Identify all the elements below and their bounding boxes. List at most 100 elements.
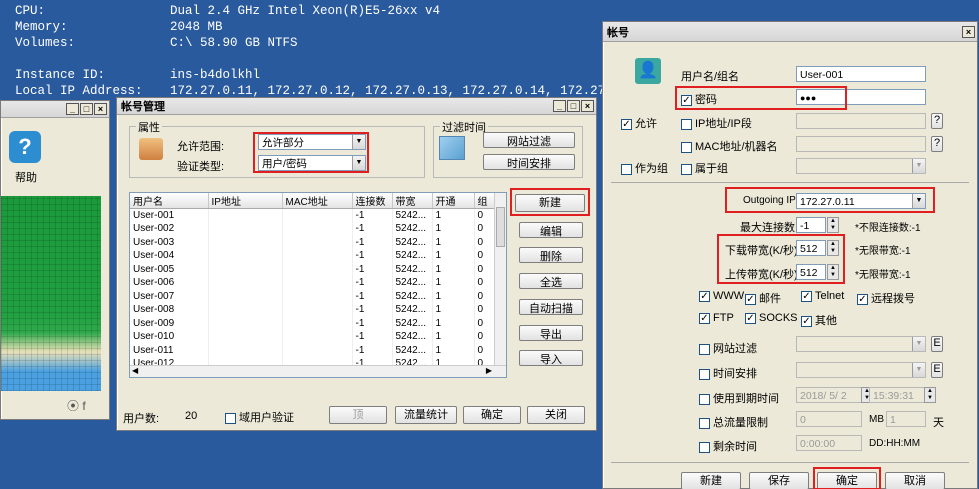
account-dialog-titlebar[interactable]: 帐号 × (603, 22, 977, 42)
maximize-button[interactable]: □ (567, 100, 580, 112)
table-row[interactable]: User-008 -1 5242... 1 0 (130, 303, 497, 317)
checkbox-icon[interactable]: ✓ (621, 118, 632, 130)
table-row[interactable]: User-003 -1 5242... 1 0 (130, 235, 497, 249)
mac-help-button[interactable]: ? (931, 136, 943, 152)
new-button[interactable]: 新建 (681, 472, 741, 489)
table-row[interactable]: User-005 -1 5242... 1 0 (130, 262, 497, 276)
protocol-telnet-checkbox[interactable]: ✓ Telnet (801, 290, 844, 302)
web-filter-edit-button[interactable]: E (931, 336, 943, 352)
quota-input[interactable]: 0 (796, 411, 862, 427)
checkbox-icon[interactable] (699, 417, 710, 429)
checkbox-icon[interactable]: ✓ (745, 293, 756, 305)
column-header[interactable]: 带宽 (392, 193, 433, 209)
web-filter-select[interactable]: ▼ (796, 336, 926, 352)
checkbox-icon[interactable]: ✓ (801, 315, 812, 327)
as-group-checkbox[interactable]: 作为组 (621, 160, 668, 176)
domain-auth-checkbox[interactable]: 域用户验证 (225, 409, 294, 425)
schedule-checkbox[interactable]: 时间安排 (699, 365, 757, 381)
column-header[interactable]: 连接数 (352, 193, 393, 209)
table-row[interactable]: User-002 -1 5242... 1 0 (130, 222, 497, 236)
web-filter-checkbox[interactable]: 网站过滤 (699, 340, 757, 356)
ok-button[interactable]: 确定 (463, 406, 521, 424)
checkbox-icon[interactable] (621, 163, 632, 175)
protocol-www-checkbox[interactable]: ✓ WWW (699, 290, 744, 302)
cancel-button[interactable]: 取消 (885, 472, 945, 489)
web-filter-button[interactable]: 网站过滤 (483, 132, 575, 148)
checkbox-icon[interactable] (699, 343, 710, 355)
checkbox-icon[interactable]: ✓ (699, 290, 710, 302)
export-button[interactable]: 导出 (519, 325, 583, 341)
remaining-time-checkbox[interactable]: 剩余时间 (699, 438, 757, 454)
expire-date-input[interactable]: 2018/ 5/ 2 (796, 387, 862, 403)
protocol-ftp-checkbox[interactable]: ✓ FTP (699, 312, 734, 324)
protocol-other-checkbox[interactable]: ✓ 其他 (801, 312, 837, 328)
traffic-stats-button[interactable]: 流量统计 (395, 406, 457, 424)
table-row[interactable]: User-004 -1 5242... 1 0 (130, 249, 497, 263)
ip-help-button[interactable]: ? (931, 113, 943, 129)
accounts-table[interactable]: 用户名 IP地址 MAC地址 连接数 带宽 开通组 User-001 -1 5242... 1 0… (129, 192, 507, 378)
belong-group-checkbox[interactable]: 属于组 (681, 160, 728, 176)
allow-checkbox[interactable]: ✓ 允许 (621, 115, 657, 131)
account-dialog[interactable]: 帐号 × 👤 用户名/组名 User-001 ✓ 密码 ●●● ✓ 允许 IP地址/… (602, 21, 978, 489)
max-connections-spinner[interactable]: ▲ ▼ (827, 217, 839, 233)
maximize-button[interactable]: □ (80, 103, 93, 115)
minimize-button[interactable]: _ (66, 103, 79, 115)
delete-button[interactable]: 删除 (519, 247, 583, 263)
vertical-scrollbar[interactable] (494, 193, 506, 365)
column-header[interactable]: 开通 (432, 193, 475, 209)
protocol-mail-checkbox[interactable]: ✓ 邮件 (745, 290, 781, 306)
expire-checkbox[interactable]: 使用到期时间 (699, 390, 779, 406)
quota-days-input[interactable]: 1 (886, 411, 926, 427)
max-connections-input[interactable]: -1 (796, 217, 826, 233)
table-row[interactable]: User-006 -1 5242... 1 0 (130, 276, 497, 290)
checkbox-icon[interactable]: ✓ (857, 293, 868, 305)
select-all-button[interactable]: 全选 (519, 273, 583, 289)
close-button[interactable]: × (581, 100, 594, 112)
table-row[interactable]: User-007 -1 5242... 1 0 (130, 289, 497, 303)
schedule-select[interactable]: ▼ (796, 362, 926, 378)
remaining-time-input[interactable]: 0:00:00 (796, 435, 862, 451)
protocol-dialup-checkbox[interactable]: ✓ 远程拨号 (857, 290, 915, 306)
schedule-button[interactable]: 时间安排 (483, 154, 575, 170)
close-button[interactable]: × (962, 25, 975, 38)
table-row[interactable]: User-010 -1 5242... 1 0 (130, 330, 497, 344)
chevron-down-icon[interactable]: ▼ (912, 159, 925, 173)
disabled-button[interactable]: 顶 (329, 406, 387, 424)
checkbox-icon[interactable]: ✓ (699, 312, 710, 324)
mac-checkbox[interactable]: MAC地址/机器名 (681, 138, 778, 154)
help-icon[interactable]: ? (9, 131, 41, 163)
horizontal-scrollbar[interactable]: ◀ ▶ (130, 365, 506, 377)
column-header[interactable]: 用户名 (130, 193, 209, 209)
protocol-socks-checkbox[interactable]: ✓ SOCKS (745, 312, 798, 324)
chevron-down-icon[interactable]: ▼ (912, 337, 925, 351)
table-row[interactable]: User-011 -1 5242... 1 0 (130, 343, 497, 357)
checkbox-icon[interactable] (681, 163, 692, 175)
auto-scan-button[interactable]: 自动扫描 (519, 299, 583, 315)
save-button[interactable]: 保存 (749, 472, 809, 489)
checkbox-icon[interactable]: ✓ (801, 290, 812, 302)
account-management-titlebar[interactable]: 帐号管理 _ □ × (117, 98, 596, 115)
checkbox-icon[interactable] (699, 368, 710, 380)
checkbox-icon[interactable] (699, 441, 710, 453)
column-header[interactable]: IP地址 (208, 193, 283, 209)
schedule-edit-button[interactable]: E (931, 362, 943, 378)
import-button[interactable]: 导入 (519, 350, 583, 366)
help-label[interactable]: 帮助 (15, 169, 37, 185)
group-select[interactable]: ▼ (796, 158, 926, 174)
edit-button[interactable]: 编辑 (519, 222, 583, 238)
minimize-button[interactable]: _ (553, 100, 566, 112)
background-app-window[interactable]: _ □ × ? 帮助 ⦿ f (0, 100, 110, 420)
mac-input[interactable] (796, 136, 926, 152)
background-app-titlebar[interactable]: _ □ × (1, 101, 109, 118)
table-row[interactable]: User-009 -1 5242... 1 0 (130, 316, 497, 330)
checkbox-icon[interactable] (699, 393, 710, 405)
column-header[interactable]: 组 (474, 193, 497, 209)
quota-checkbox[interactable]: 总流量限制 (699, 414, 768, 430)
close-button[interactable]: × (94, 103, 107, 115)
expire-time-input[interactable]: 15:39:31 (869, 387, 925, 403)
chevron-down-icon[interactable]: ▼ (912, 363, 925, 377)
checkbox-icon[interactable]: ✓ (745, 312, 756, 324)
close-window-button[interactable]: 关闭 (527, 406, 585, 424)
username-input[interactable]: User-001 (796, 66, 926, 82)
ip-input[interactable] (796, 113, 926, 129)
